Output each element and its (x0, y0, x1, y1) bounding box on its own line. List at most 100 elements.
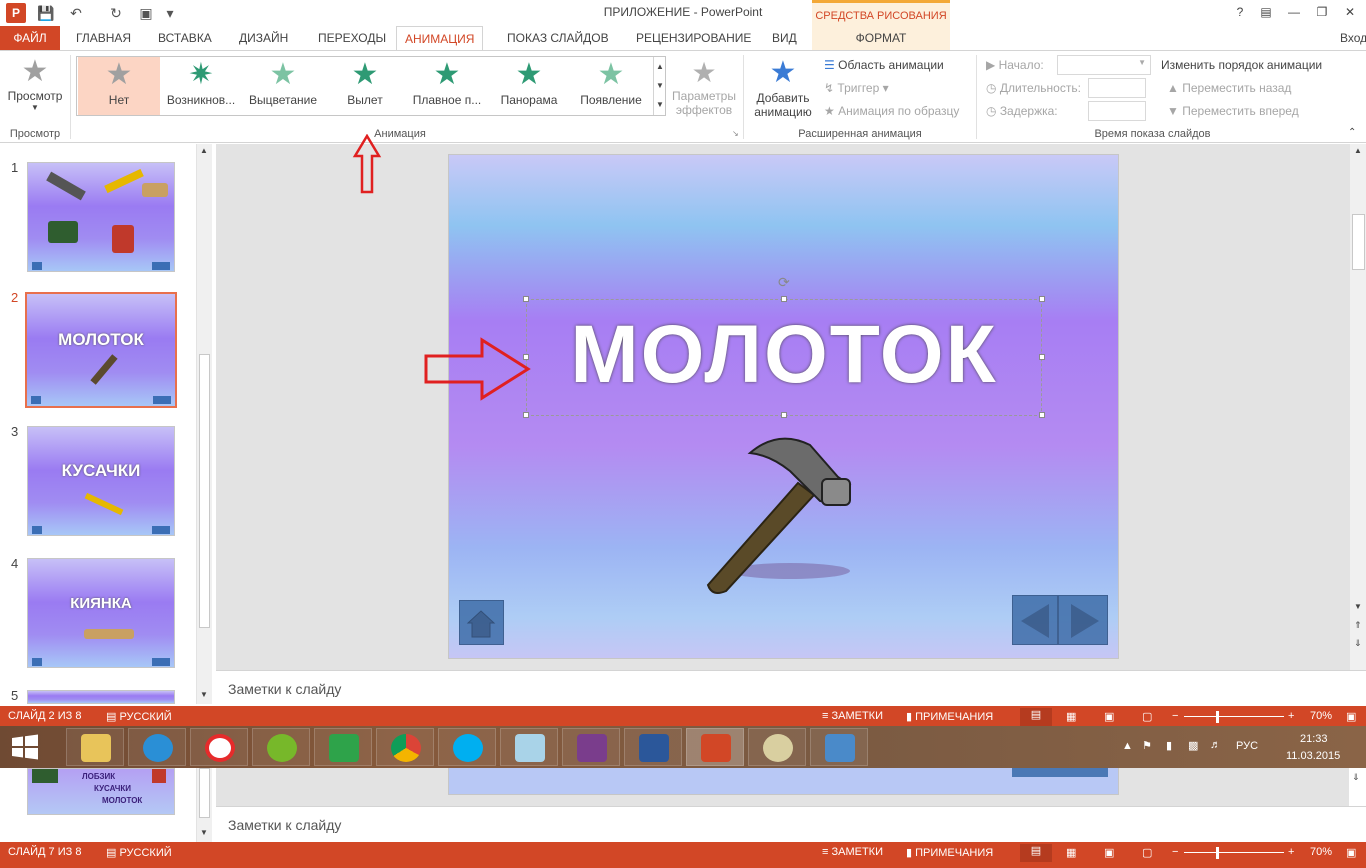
move-earlier-button[interactable]: ▲ Переместить назад (1167, 81, 1291, 95)
zoom-in-icon[interactable]: + (1288, 710, 1294, 722)
rotate-handle-icon[interactable]: ⟳ (778, 274, 790, 291)
gallery-up-icon[interactable]: ▲ (654, 57, 666, 76)
tab-insert[interactable]: ВСТАВКА (150, 26, 220, 50)
taskbar-word[interactable] (624, 728, 682, 766)
zoom-slider-thumb[interactable] (1216, 711, 1219, 723)
input-language[interactable]: РУС (1236, 740, 1258, 752)
dialog-launcher-icon[interactable]: ↘ (732, 129, 739, 138)
slide-thumbnail-4[interactable]: КИЯНКА (27, 558, 175, 668)
zoom-level[interactable]: 70% (1310, 710, 1332, 722)
tab-design[interactable]: ДИЗАЙН (231, 26, 296, 50)
slide-sorter-icon[interactable]: ▦ (1066, 710, 1076, 723)
slide-scrollbar[interactable]: ▲ ▼ ⇑ ⇓ (1349, 144, 1366, 670)
preview-button[interactable]: ★ Просмотр ▼ (6, 55, 64, 125)
slide-thumbnail-7[interactable]: ЛОБЗИК КУСАЧКИ МОЛОТОК (27, 768, 175, 815)
resize-handle[interactable] (523, 412, 529, 418)
taskbar-skype[interactable] (438, 728, 496, 766)
scroll-thumb[interactable] (1352, 214, 1365, 270)
taskbar-utorrent[interactable] (252, 728, 310, 766)
taskbar-notepad[interactable] (500, 728, 558, 766)
tab-slide-show[interactable]: ПОКАЗ СЛАЙДОВ (499, 26, 617, 50)
fit-slide-icon[interactable]: ▣ (1346, 710, 1356, 723)
previous-slide-icon[interactable]: ⇑ (1354, 620, 1362, 631)
language-indicator[interactable]: ▤ РУССКИЙ (106, 710, 172, 723)
gallery-item-fade[interactable]: ★ Выцветание (242, 57, 324, 115)
tab-animations[interactable]: АНИМАЦИЯ (396, 26, 484, 51)
zoom-out-icon[interactable]: − (1172, 710, 1178, 722)
gallery-item-appear[interactable]: ✷ Возникнов... (160, 57, 242, 115)
sign-in-link[interactable]: Вход (1332, 26, 1366, 50)
delay-field[interactable] (1088, 101, 1146, 121)
thumbnails-scrollbar[interactable]: ▲ ▼ (196, 144, 212, 704)
clock-time[interactable]: 21:33 (1300, 733, 1328, 745)
battery-icon[interactable]: ▮ (1166, 739, 1172, 752)
slideshow-icon[interactable]: ▢ (1142, 710, 1152, 723)
hammer-image[interactable] (690, 425, 865, 600)
slide-thumbnail-3[interactable]: КУСАЧКИ (27, 426, 175, 536)
duration-field[interactable] (1088, 78, 1146, 98)
taskbar-winrar[interactable] (562, 728, 620, 766)
tab-home[interactable]: ГЛАВНАЯ (68, 26, 139, 50)
notes-toggle[interactable]: ≡ ЗАМЕТКИ (822, 710, 883, 722)
tab-view[interactable]: ВИД (764, 26, 805, 50)
collapse-ribbon-icon[interactable]: ⌃ (1348, 127, 1356, 138)
close-button[interactable]: ✕ (1336, 2, 1364, 22)
gallery-item-fly-in[interactable]: ★ Вылет (324, 57, 406, 115)
taskbar-photos[interactable] (810, 728, 868, 766)
scroll-down-icon[interactable]: ▼ (1354, 602, 1362, 611)
help-button[interactable]: ? (1226, 2, 1254, 22)
add-animation-button[interactable]: ★ Добавить анимацию (748, 55, 818, 119)
tab-file[interactable]: ФАЙЛ (0, 26, 60, 50)
slide-title[interactable]: МОЛОТОК (526, 310, 1042, 400)
tab-format[interactable]: ФОРМАТ (812, 26, 950, 50)
taskbar-chrome[interactable] (376, 728, 434, 766)
comments-toggle[interactable]: ▮ ПРИМЕЧАНИЯ (906, 710, 993, 723)
tab-transitions[interactable]: ПЕРЕХОДЫ (310, 26, 394, 50)
normal-view-icon[interactable]: ▤ (1020, 708, 1052, 726)
gallery-more-icon[interactable]: ▼ (654, 95, 666, 114)
next-slide-button[interactable] (1058, 595, 1108, 645)
gallery-item-none[interactable]: ★ Нет (78, 57, 160, 115)
start-button[interactable] (10, 734, 40, 760)
scroll-up-icon[interactable]: ▲ (200, 146, 208, 155)
effect-options-button[interactable]: ★ Параметры эффектов (670, 57, 738, 117)
taskbar-mail-agent[interactable] (314, 728, 372, 766)
resize-handle[interactable] (1039, 296, 1045, 302)
notes-pane[interactable]: Заметки к слайду (216, 670, 1366, 706)
start-dropdown[interactable]: ▼ (1057, 55, 1151, 75)
taskbar-yandex[interactable] (190, 728, 248, 766)
ribbon-display-options-icon[interactable]: ▤ (1252, 2, 1280, 22)
resize-handle[interactable] (1039, 412, 1045, 418)
scroll-thumb[interactable] (199, 354, 210, 628)
restore-button[interactable]: ❐ (1308, 2, 1336, 22)
next-slide-icon[interactable]: ⇓ (1354, 638, 1362, 649)
reading-view-icon[interactable]: ▣ (1104, 710, 1114, 723)
tab-review[interactable]: РЕЦЕНЗИРОВАНИЕ (628, 26, 759, 50)
gallery-item-wipe[interactable]: ★ Появление (570, 57, 652, 115)
show-hidden-icons-icon[interactable]: ▲ (1122, 740, 1133, 752)
gallery-item-float-in[interactable]: ★ Плавное п... (406, 57, 488, 115)
taskbar-file-explorer[interactable] (66, 728, 124, 766)
scroll-down-icon[interactable]: ▼ (200, 690, 208, 699)
move-later-button[interactable]: ▼ Переместить вперед (1167, 104, 1299, 118)
gallery-item-split[interactable]: ★ Панорама (488, 57, 570, 115)
slide-thumbnail-2[interactable]: МОЛОТОК (25, 292, 177, 408)
taskbar-powerpoint[interactable] (686, 728, 744, 766)
animation-pane-button[interactable]: ☰ Область анимации (824, 58, 944, 72)
slide-thumbnail-1[interactable] (27, 162, 175, 272)
action-center-icon[interactable]: ⚑ (1142, 739, 1152, 752)
volume-icon[interactable]: ♬ (1210, 739, 1221, 751)
zoom-slider[interactable] (1184, 716, 1284, 717)
resize-handle[interactable] (781, 412, 787, 418)
scroll-up-icon[interactable]: ▲ (1354, 146, 1362, 155)
resize-handle[interactable] (781, 296, 787, 302)
taskbar-ie[interactable] (128, 728, 186, 766)
slide-thumbnail-5[interactable] (27, 690, 175, 704)
taskbar-paint[interactable] (748, 728, 806, 766)
trigger-button[interactable]: ↯ Триггер ▾ (824, 81, 889, 95)
previous-slide-button[interactable] (1012, 595, 1058, 645)
resize-handle[interactable] (523, 296, 529, 302)
minimize-button[interactable]: — (1280, 2, 1308, 22)
gallery-scroll[interactable]: ▲ ▼ ▼ (653, 57, 666, 115)
network-icon[interactable]: ▩ (1188, 739, 1198, 752)
